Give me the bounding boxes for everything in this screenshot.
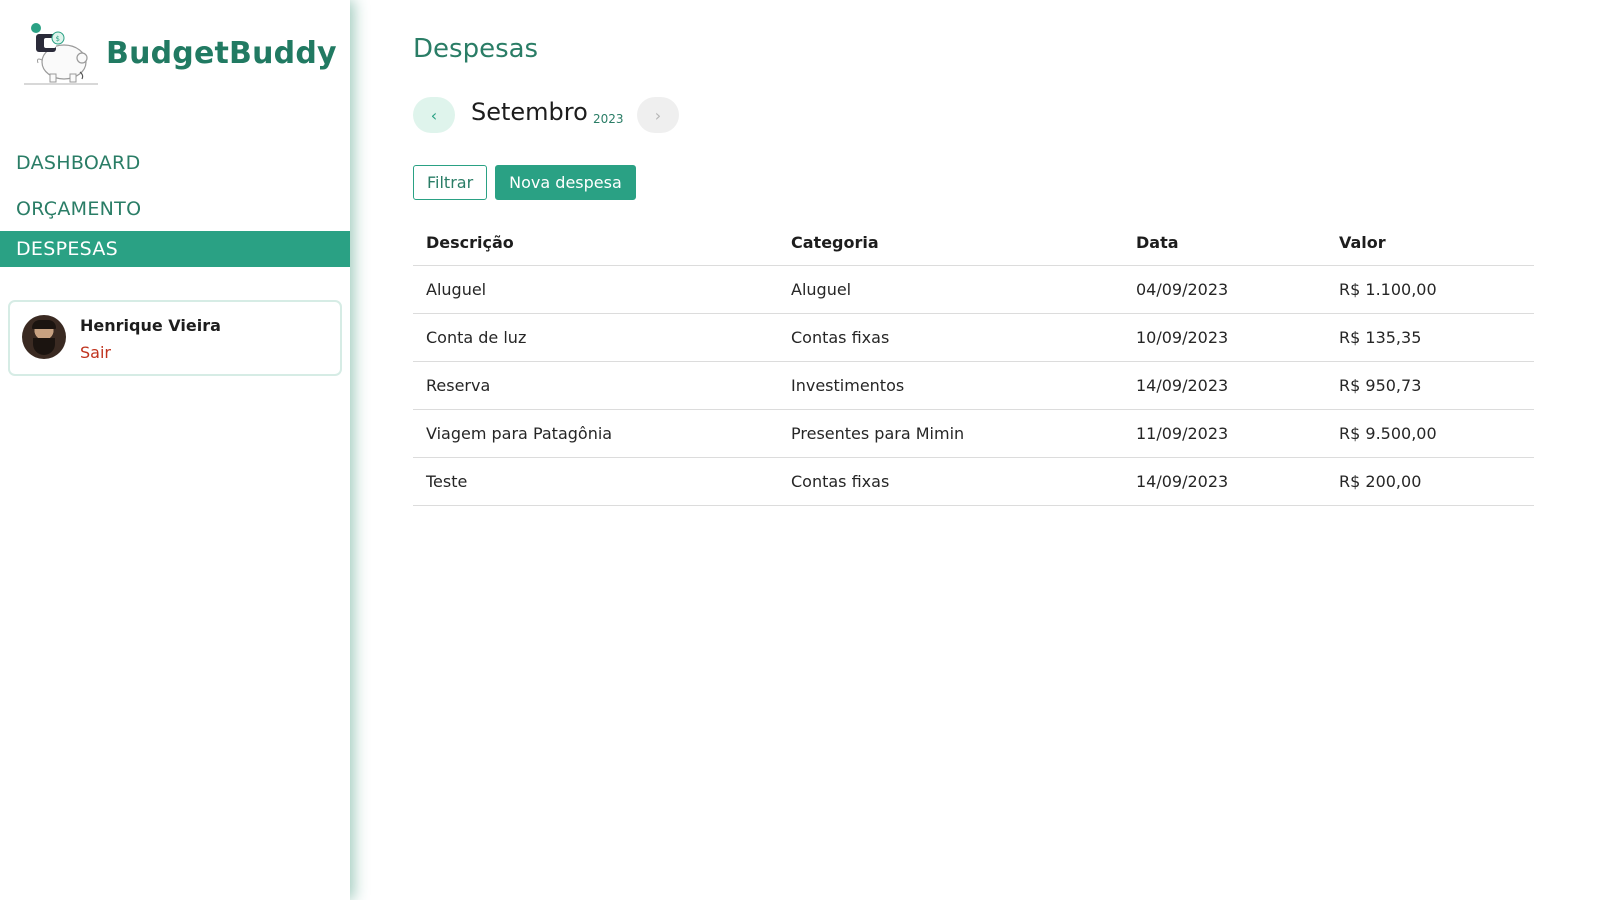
month-label: Setembro — [471, 98, 588, 126]
page-title: Despesas — [413, 34, 539, 64]
svg-text:$: $ — [56, 35, 60, 43]
table-header-row: Descrição Categoria Data Valor — [413, 221, 1534, 266]
cell-data: 10/09/2023 — [1123, 313, 1326, 362]
chevron-left-icon: ‹ — [430, 105, 438, 125]
cell-categoria: Investimentos — [778, 361, 1123, 410]
cell-valor: R$ 135,35 — [1326, 313, 1534, 362]
main-content: Despesas ‹ Setembro 2023 › Filtrar Nova … — [413, 0, 1538, 900]
cell-categoria: Aluguel — [778, 265, 1123, 314]
cell-valor: R$ 9.500,00 — [1326, 409, 1534, 458]
column-header-descricao[interactable]: Descrição — [413, 221, 778, 266]
expenses-table: Descrição Categoria Data Valor Aluguel A… — [413, 221, 1534, 506]
month-navigator: ‹ Setembro 2023 › — [413, 97, 813, 133]
chevron-right-icon: › — [654, 105, 662, 125]
cell-descricao: Aluguel — [413, 265, 778, 314]
prev-month-button[interactable]: ‹ — [413, 97, 455, 133]
cell-descricao: Conta de luz — [413, 313, 778, 362]
table-row[interactable]: Conta de luz Contas fixas 10/09/2023 R$ … — [413, 313, 1534, 362]
main-nav: DASHBOARD ORÇAMENTO DESPESAS — [0, 145, 350, 267]
nav-item-despesas[interactable]: DESPESAS — [0, 231, 350, 267]
piggy-bank-logo-icon: $ — [22, 20, 100, 86]
column-header-categoria[interactable]: Categoria — [778, 221, 1123, 266]
brand-name: BudgetBuddy — [106, 35, 337, 71]
nav-item-orcamento[interactable]: ORÇAMENTO — [0, 191, 350, 227]
cell-categoria: Presentes para Mimin — [778, 409, 1123, 458]
user-name: Henrique Vieira — [80, 316, 221, 335]
sidebar: $ BudgetBuddy DASHBOARD ORÇAMENTO DESPES… — [0, 0, 350, 900]
nav-item-dashboard[interactable]: DASHBOARD — [0, 145, 350, 181]
new-expense-button[interactable]: Nova despesa — [495, 165, 636, 200]
cell-descricao: Viagem para Patagônia — [413, 409, 778, 458]
table-row[interactable]: Teste Contas fixas 14/09/2023 R$ 200,00 — [413, 457, 1534, 506]
column-header-valor[interactable]: Valor — [1326, 221, 1534, 266]
cell-data: 04/09/2023 — [1123, 265, 1326, 314]
user-card: Henrique Vieira Sair — [8, 300, 342, 376]
table-row[interactable]: Viagem para Patagônia Presentes para Mim… — [413, 409, 1534, 458]
logout-link[interactable]: Sair — [80, 343, 111, 362]
year-label: 2023 — [593, 112, 624, 126]
cell-descricao: Reserva — [413, 361, 778, 410]
avatar — [22, 315, 66, 359]
table-row[interactable]: Aluguel Aluguel 04/09/2023 R$ 1.100,00 — [413, 265, 1534, 314]
cell-valor: R$ 950,73 — [1326, 361, 1534, 410]
action-bar: Filtrar Nova despesa — [413, 165, 636, 200]
cell-categoria: Contas fixas — [778, 457, 1123, 506]
cell-valor: R$ 200,00 — [1326, 457, 1534, 506]
cell-descricao: Teste — [413, 457, 778, 506]
column-header-data[interactable]: Data — [1123, 221, 1326, 266]
table-row[interactable]: Reserva Investimentos 14/09/2023 R$ 950,… — [413, 361, 1534, 410]
cell-data: 14/09/2023 — [1123, 457, 1326, 506]
brand[interactable]: $ BudgetBuddy — [22, 20, 337, 86]
next-month-button[interactable]: › — [637, 97, 679, 133]
cell-data: 14/09/2023 — [1123, 361, 1326, 410]
filter-button[interactable]: Filtrar — [413, 165, 488, 200]
cell-data: 11/09/2023 — [1123, 409, 1326, 458]
cell-valor: R$ 1.100,00 — [1326, 265, 1534, 314]
cell-categoria: Contas fixas — [778, 313, 1123, 362]
